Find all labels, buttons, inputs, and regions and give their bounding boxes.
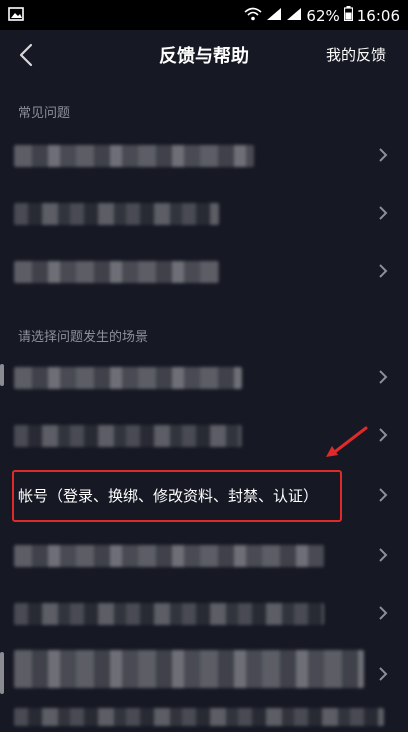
redacted-text [14, 545, 324, 567]
scene-item[interactable] [0, 640, 408, 702]
status-indicators: 62% 16:06 [244, 6, 400, 25]
faq-item[interactable] [0, 242, 408, 300]
chevron-right-icon [379, 206, 388, 220]
signal-icon-sim2 [286, 7, 302, 25]
status-bar: 62% 16:06 [0, 0, 408, 30]
red-arrow-icon [326, 426, 368, 457]
redacted-text [14, 261, 219, 283]
faq-item[interactable] [0, 184, 408, 242]
signal-icon-sim1 [266, 7, 282, 25]
chevron-right-icon [379, 606, 388, 620]
chevron-right-icon [379, 264, 388, 278]
feedback-help-screen: 62% 16:06 反馈与帮助 我的反馈 常见问题 请选择问题发生的场景 帐号（… [0, 0, 408, 732]
wifi-icon [244, 7, 262, 25]
my-feedback-link[interactable]: 我的反馈 [326, 44, 386, 65]
clock: 16:06 [356, 6, 400, 25]
redacted-text [14, 425, 242, 447]
chevron-right-icon [379, 667, 388, 681]
chevron-right-icon [379, 428, 388, 442]
chevron-right-icon [379, 370, 388, 384]
scene-section-label: 请选择问题发生的场景 [18, 330, 149, 345]
chevron-right-icon [379, 488, 388, 502]
battery-percent: 62% [306, 6, 340, 25]
scene-item[interactable] [0, 584, 408, 642]
redacted-text [14, 650, 364, 688]
highlight-annotation-box [12, 470, 342, 522]
redacted-text [14, 708, 384, 726]
faq-section-label: 常见问题 [18, 106, 71, 121]
gallery-notification-icon [8, 7, 24, 25]
scene-item[interactable] [0, 348, 408, 406]
redacted-text [14, 603, 324, 625]
faq-item[interactable] [0, 126, 408, 184]
redacted-text [14, 367, 242, 389]
chevron-right-icon [379, 148, 388, 162]
redacted-text [14, 203, 219, 225]
redacted-text [14, 145, 254, 167]
scene-item[interactable] [0, 700, 408, 732]
battery-icon [343, 6, 353, 25]
app-header: 反馈与帮助 我的反馈 [0, 30, 408, 80]
scene-item[interactable] [0, 526, 408, 584]
chevron-right-icon [379, 548, 388, 562]
